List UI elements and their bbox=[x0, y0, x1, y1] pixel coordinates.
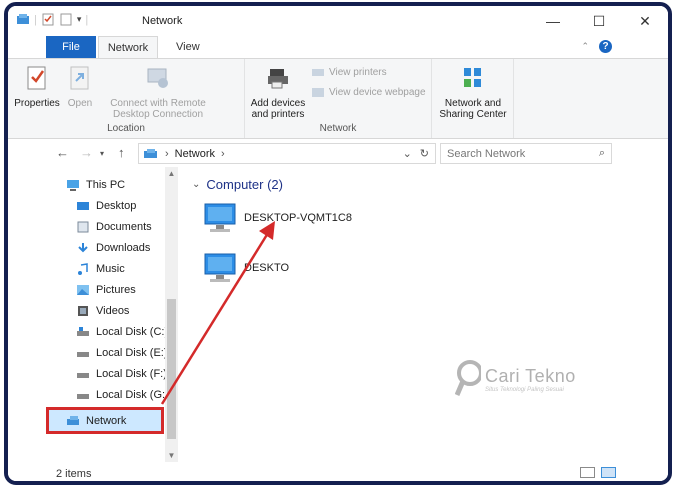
computer-name: DESKTO bbox=[244, 262, 290, 274]
documents-icon bbox=[77, 221, 89, 233]
address-dropdown-icon[interactable]: ⌄ bbox=[403, 147, 412, 160]
content-pane: ⌄ Computer (2) DESKTOP-VQMT1C8 DESKTO Ca… bbox=[184, 167, 668, 462]
status-bar: 2 items bbox=[8, 462, 668, 481]
view-device-webpage-button[interactable]: View device webpage bbox=[311, 87, 426, 98]
location-group: Properties Open Connect with Remote Desk… bbox=[8, 59, 245, 138]
navigation-pane: This PC Desktop Documents Downloads Musi… bbox=[8, 167, 181, 462]
properties-icon bbox=[27, 66, 46, 90]
details-view-icon[interactable] bbox=[580, 467, 595, 478]
watermark-title: Cari Tekno bbox=[485, 365, 576, 386]
network-sharing-icon bbox=[464, 68, 481, 87]
computer-icon bbox=[204, 203, 236, 232]
computer-icon bbox=[204, 253, 236, 282]
nav-item-disk-f[interactable]: Local Disk (F:) bbox=[76, 364, 167, 384]
disk-icon bbox=[77, 352, 89, 357]
nav-item-desktop[interactable]: Desktop bbox=[76, 196, 136, 216]
disk-icon bbox=[77, 327, 89, 336]
up-arrow-icon[interactable]: ↑ bbox=[118, 145, 125, 160]
nav-item-downloads[interactable]: Downloads bbox=[76, 238, 150, 258]
scrollbar-thumb[interactable] bbox=[167, 299, 176, 439]
nav-item-network[interactable]: Network bbox=[66, 411, 126, 431]
collapse-ribbon-icon[interactable]: ⌃ bbox=[581, 41, 589, 52]
maximize-button[interactable]: ☐ bbox=[576, 6, 622, 36]
nav-item-this-pc[interactable]: This PC bbox=[66, 175, 125, 195]
search-input[interactable]: Search Network ⌕ bbox=[440, 143, 612, 164]
recent-locations-icon[interactable]: ▾ bbox=[100, 149, 104, 158]
customize-qat-icon[interactable]: ▾ bbox=[77, 14, 82, 25]
tab-view[interactable]: View bbox=[165, 36, 211, 58]
webpage-icon bbox=[312, 88, 324, 97]
remote-desktop-button[interactable]: Connect with Remote Desktop Connection bbox=[98, 65, 218, 120]
minimize-button[interactable]: — bbox=[530, 6, 576, 36]
explorer-window: | ▾ | Network — ☐ ✕ File Network View ⌃ … bbox=[4, 2, 672, 485]
network-sharing-center-button[interactable]: Network and Sharing Center bbox=[434, 65, 512, 120]
ribbon: Properties Open Connect with Remote Desk… bbox=[8, 58, 668, 139]
network-folder-icon[interactable] bbox=[16, 13, 30, 26]
nav-item-disk-g[interactable]: Local Disk (G:) bbox=[76, 385, 169, 405]
downloads-icon bbox=[78, 243, 88, 253]
watermark-subtitle: Situs Teknologi Paling Sesuai bbox=[485, 386, 564, 393]
add-devices-button[interactable]: Add devices and printers bbox=[247, 65, 309, 120]
forward-arrow-icon[interactable]: → bbox=[80, 145, 93, 160]
title-bar: | ▾ | Network — ☐ ✕ bbox=[8, 6, 668, 36]
network-group: Add devices and printers View printers V… bbox=[245, 59, 432, 138]
computer-name: DESKTOP-VQMT1C8 bbox=[244, 212, 352, 224]
nav-item-disk-c[interactable]: Local Disk (C:) bbox=[76, 322, 168, 342]
scroll-up-icon[interactable]: ▲ bbox=[165, 169, 178, 178]
network-group-label: Network bbox=[319, 123, 357, 134]
watermark: Cari Tekno Situs Teknologi Paling Sesuai bbox=[455, 359, 576, 399]
open-icon bbox=[70, 66, 89, 90]
nav-item-disk-e[interactable]: Local Disk (E:) bbox=[76, 343, 168, 363]
chevron-down-icon: ⌄ bbox=[192, 179, 201, 190]
nav-item-music[interactable]: Music bbox=[76, 259, 125, 279]
tab-file[interactable]: File bbox=[46, 36, 96, 58]
nav-item-documents[interactable]: Documents bbox=[76, 217, 152, 237]
address-row: ← → ▾ ↑ › Network › ⌄ ↻ Search Network ⌕ bbox=[8, 139, 668, 167]
network-folder-icon bbox=[144, 148, 157, 158]
music-icon bbox=[78, 263, 88, 275]
properties-icon[interactable] bbox=[41, 13, 55, 26]
breadcrumb[interactable]: Network bbox=[175, 148, 215, 160]
videos-icon bbox=[78, 306, 88, 316]
view-printers-button[interactable]: View printers bbox=[311, 67, 387, 78]
back-arrow-icon[interactable]: ← bbox=[56, 145, 69, 160]
disk-icon bbox=[77, 373, 89, 378]
new-folder-icon[interactable] bbox=[59, 13, 73, 26]
ribbon-tabs: File Network View ⌃ ? bbox=[8, 36, 668, 59]
desktop-icon bbox=[77, 202, 89, 210]
pictures-icon bbox=[77, 285, 89, 295]
quick-access-toolbar: | ▾ | bbox=[16, 13, 88, 26]
group-header[interactable]: ⌄ Computer (2) bbox=[192, 177, 283, 192]
window-title: Network bbox=[142, 15, 183, 27]
nav-scrollbar[interactable]: ▲ ▼ bbox=[165, 167, 178, 462]
open-button[interactable]: Open bbox=[64, 65, 96, 109]
nav-item-pictures[interactable]: Pictures bbox=[76, 280, 136, 300]
view-printers-icon bbox=[312, 69, 324, 76]
computer-item[interactable]: DESKTOP-VQMT1C8 bbox=[202, 201, 352, 235]
item-count: 2 items bbox=[56, 468, 92, 480]
location-group-label: Location bbox=[107, 123, 145, 134]
scroll-down-icon[interactable]: ▼ bbox=[165, 451, 178, 460]
remote-desktop-icon bbox=[147, 68, 168, 88]
pc-icon bbox=[67, 180, 79, 191]
breadcrumb-separator-icon: › bbox=[221, 147, 225, 160]
tab-network[interactable]: Network bbox=[98, 36, 158, 59]
search-icon: ⌕ bbox=[598, 147, 605, 159]
large-icons-view-icon[interactable] bbox=[601, 467, 616, 478]
magnifier-logo-icon bbox=[455, 360, 481, 396]
refresh-icon[interactable]: ↻ bbox=[420, 147, 429, 160]
help-icon[interactable]: ? bbox=[599, 40, 612, 53]
address-bar[interactable]: › Network › ⌄ ↻ bbox=[138, 143, 436, 164]
printer-icon bbox=[268, 69, 288, 89]
computer-item[interactable]: DESKTO bbox=[202, 251, 289, 285]
disk-icon bbox=[77, 394, 89, 399]
properties-button[interactable]: Properties bbox=[14, 65, 60, 109]
nav-item-videos[interactable]: Videos bbox=[76, 301, 129, 321]
nsc-group: Network and Sharing Center bbox=[432, 59, 514, 138]
network-icon bbox=[67, 416, 79, 425]
breadcrumb-separator-icon: › bbox=[165, 147, 169, 160]
close-button[interactable]: ✕ bbox=[622, 6, 668, 36]
